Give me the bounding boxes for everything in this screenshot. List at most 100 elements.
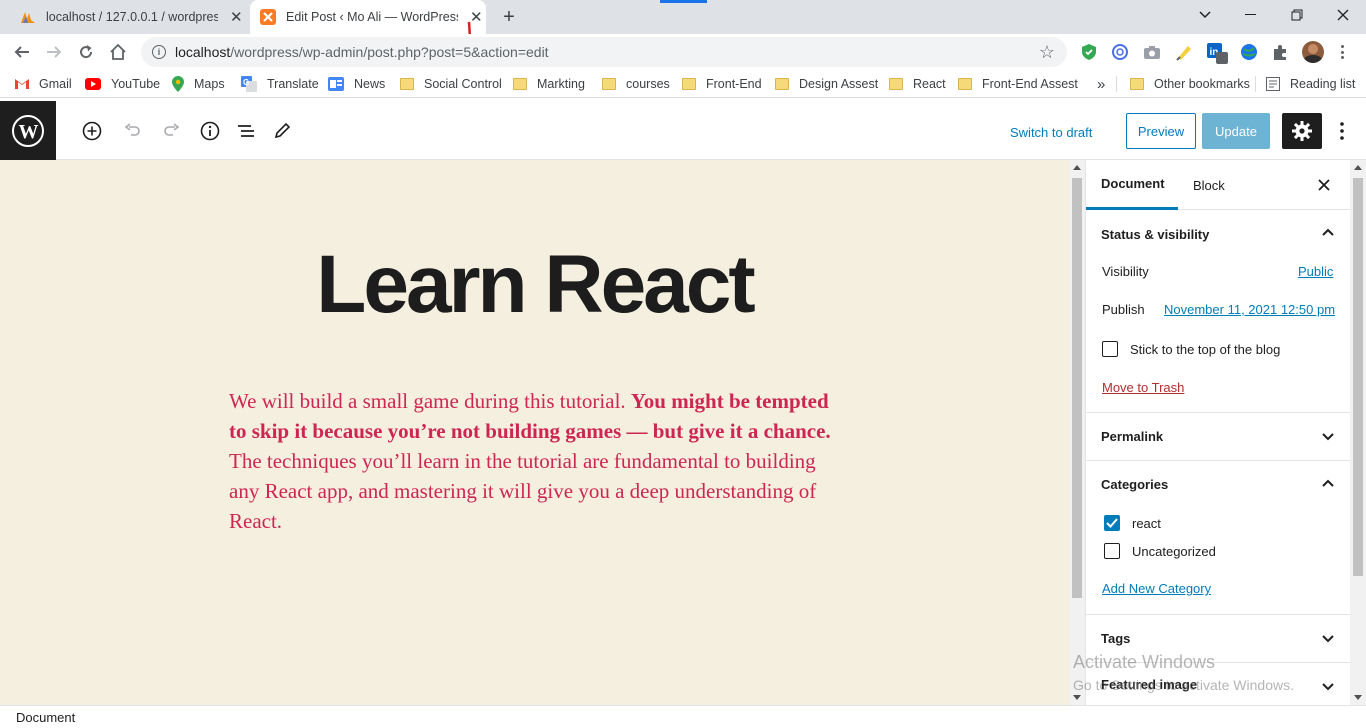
browser-tab-edit-post[interactable]: Edit Post ‹ Mo Ali — WordPress ✕ bbox=[250, 0, 486, 34]
editor-scrollbar[interactable] bbox=[1069, 160, 1085, 705]
category-react-checkbox[interactable] bbox=[1104, 515, 1120, 531]
visibility-label: Visibility bbox=[1102, 264, 1149, 279]
bookmark-translate[interactable]: G Translate bbox=[241, 74, 319, 94]
tab-document[interactable]: Document bbox=[1086, 160, 1178, 210]
linkedin-extension-icon[interactable]: in bbox=[1207, 43, 1228, 64]
breadcrumb-document[interactable]: Document bbox=[16, 710, 75, 725]
bookmark-folder-courses[interactable]: courses bbox=[602, 74, 670, 94]
bookmark-star-icon[interactable]: ☆ bbox=[1039, 42, 1055, 63]
phpmyadmin-icon bbox=[20, 9, 36, 25]
reload-icon[interactable] bbox=[74, 40, 98, 64]
tab-search-icon[interactable] bbox=[1182, 0, 1228, 30]
settings-gear-icon[interactable] bbox=[1282, 113, 1322, 149]
highlighter-extension-icon[interactable] bbox=[1175, 43, 1193, 61]
visibility-link[interactable]: Public bbox=[1298, 264, 1333, 279]
folder-icon bbox=[958, 78, 972, 90]
activate-windows-watermark: Activate Windows bbox=[1073, 652, 1216, 672]
tab-drag-indicator bbox=[660, 0, 707, 3]
url-text[interactable]: localhost/wordpress/wp-admin/post.php?po… bbox=[175, 44, 549, 60]
block-navigation-icon[interactable] bbox=[234, 119, 258, 143]
chevron-down-icon bbox=[1322, 635, 1334, 643]
tab-block[interactable]: Block bbox=[1193, 160, 1243, 210]
news-icon bbox=[328, 77, 344, 91]
translate-icon: G bbox=[241, 76, 257, 92]
info-icon[interactable] bbox=[198, 119, 222, 143]
gmail-icon bbox=[15, 78, 29, 90]
bookmark-folder-front-end[interactable]: Front-End bbox=[682, 74, 762, 94]
browser-menu-icon[interactable] bbox=[1338, 42, 1346, 62]
address-bar[interactable]: i localhost/wordpress/wp-admin/post.php?… bbox=[141, 37, 1067, 67]
reading-list[interactable]: Reading list bbox=[1266, 74, 1355, 94]
forward-arrow-icon[interactable] bbox=[42, 40, 66, 64]
stick-to-top-checkbox[interactable] bbox=[1102, 341, 1118, 357]
categories-panel-header[interactable]: Categories bbox=[1086, 460, 1350, 508]
bookmark-folder-social-control[interactable]: Social Control bbox=[400, 74, 502, 94]
shield-extension-icon[interactable] bbox=[1080, 43, 1098, 61]
youtube-icon bbox=[85, 78, 101, 90]
profile-avatar[interactable] bbox=[1302, 41, 1324, 63]
blue-circle-extension-icon[interactable] bbox=[1111, 43, 1129, 61]
add-block-icon[interactable] bbox=[80, 119, 104, 143]
status-visibility-panel-header[interactable]: Status & visibility bbox=[1086, 210, 1350, 258]
globe-extension-icon[interactable] bbox=[1240, 43, 1258, 61]
paragraph-block[interactable]: We will build a small game during this t… bbox=[229, 386, 839, 536]
publish-date-link[interactable]: November 11, 2021 12:50 pm bbox=[1164, 302, 1335, 317]
site-info-icon[interactable]: i bbox=[152, 45, 166, 59]
scrollbar-thumb[interactable] bbox=[1353, 178, 1363, 576]
tab-title: localhost / 127.0.0.1 / wordpress bbox=[46, 10, 218, 24]
edit-pencil-icon[interactable] bbox=[270, 119, 294, 143]
move-to-trash-link[interactable]: Move to Trash bbox=[1102, 380, 1184, 395]
back-arrow-icon[interactable] bbox=[10, 40, 34, 64]
minimize-icon[interactable] bbox=[1228, 0, 1274, 30]
close-window-icon[interactable] bbox=[1320, 0, 1366, 30]
reading-list-icon bbox=[1266, 77, 1280, 91]
permalink-panel-header[interactable]: Permalink bbox=[1086, 412, 1350, 460]
puzzle-extensions-icon[interactable] bbox=[1271, 43, 1289, 61]
update-button[interactable]: Update bbox=[1202, 113, 1270, 149]
bookmark-youtube[interactable]: YouTube bbox=[85, 74, 160, 94]
folder-icon bbox=[513, 78, 527, 90]
more-options-icon[interactable] bbox=[1330, 117, 1354, 145]
close-tab-icon[interactable]: ✕ bbox=[230, 8, 243, 26]
restore-icon[interactable] bbox=[1274, 0, 1320, 30]
bookmark-gmail[interactable]: Gmail bbox=[15, 74, 72, 94]
bookmarks-overflow-chevron[interactable]: » bbox=[1097, 74, 1105, 94]
camera-extension-icon[interactable] bbox=[1143, 43, 1161, 61]
redo-icon[interactable] bbox=[160, 119, 184, 143]
add-new-category-link[interactable]: Add New Category bbox=[1102, 581, 1211, 596]
chevron-up-icon bbox=[1322, 479, 1334, 487]
checkmark-icon bbox=[1106, 518, 1118, 528]
bookmark-folder-design-assest[interactable]: Design Assest bbox=[775, 74, 878, 94]
chevron-down-icon bbox=[1322, 433, 1334, 441]
undo-icon[interactable] bbox=[120, 119, 144, 143]
stick-to-top-label: Stick to the top of the blog bbox=[1130, 342, 1281, 357]
other-bookmarks[interactable]: Other bookmarks bbox=[1130, 74, 1250, 94]
activate-windows-subtext: Go to Settings to activate Windows. bbox=[1073, 677, 1294, 693]
folder-icon bbox=[889, 78, 903, 90]
chevron-down-icon bbox=[1322, 683, 1334, 691]
bookmark-folder-react[interactable]: React bbox=[889, 74, 946, 94]
bookmark-folder-front-end-assest[interactable]: Front-End Assest bbox=[958, 74, 1078, 94]
folder-icon bbox=[1130, 78, 1144, 90]
scrollbar-thumb[interactable] bbox=[1072, 178, 1082, 598]
category-uncategorized-label: Uncategorized bbox=[1132, 544, 1216, 559]
chevron-up-icon bbox=[1322, 228, 1334, 236]
category-uncategorized-checkbox[interactable] bbox=[1104, 543, 1120, 559]
bookmark-maps[interactable]: Maps bbox=[172, 74, 225, 94]
folder-icon bbox=[775, 78, 789, 90]
wordpress-logo-icon[interactable]: W bbox=[0, 101, 56, 160]
publish-label: Publish bbox=[1102, 302, 1145, 317]
post-title[interactable]: Learn React bbox=[0, 238, 1069, 332]
switch-to-draft-button[interactable]: Switch to draft bbox=[1010, 118, 1092, 146]
folder-icon bbox=[682, 78, 696, 90]
folder-icon bbox=[602, 78, 616, 90]
preview-button[interactable]: Preview bbox=[1126, 113, 1196, 149]
bookmark-news[interactable]: News bbox=[328, 74, 385, 94]
sidebar-scrollbar[interactable] bbox=[1350, 160, 1366, 705]
new-tab-button[interactable]: + bbox=[500, 6, 518, 28]
bookmark-folder-markting[interactable]: Markting bbox=[513, 74, 585, 94]
close-sidebar-icon[interactable] bbox=[1316, 177, 1332, 193]
home-icon[interactable] bbox=[106, 40, 130, 64]
browser-tab-phpmyadmin[interactable]: localhost / 127.0.0.1 / wordpress ✕ bbox=[12, 0, 250, 34]
tab-title: Edit Post ‹ Mo Ali — WordPress bbox=[286, 10, 458, 24]
